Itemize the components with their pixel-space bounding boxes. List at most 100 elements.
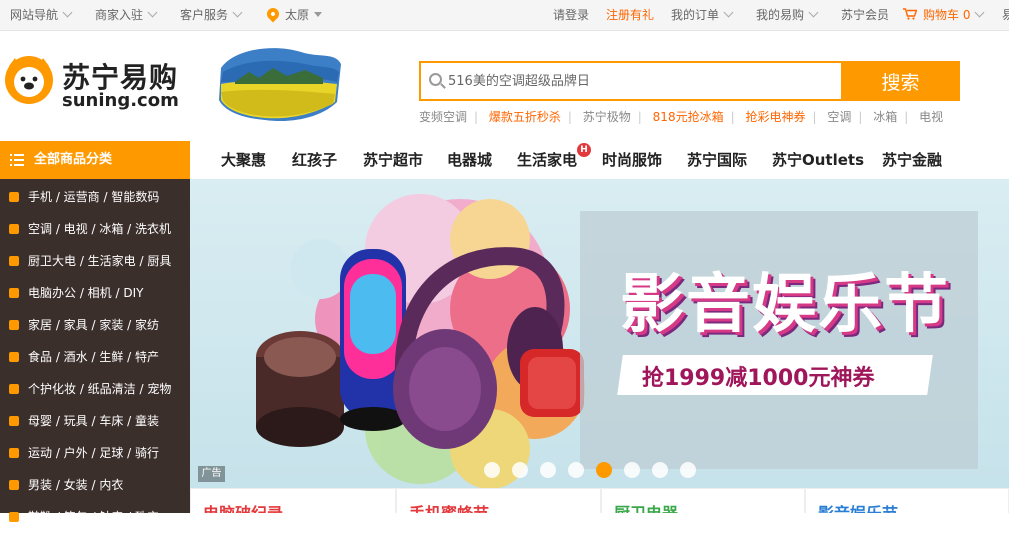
merchant-join-label: 商家入驻 <box>95 8 144 22</box>
site-nav-menu[interactable]: 网站导航 <box>10 0 73 30</box>
hotword-link[interactable]: 抢彩电神券 <box>745 110 805 124</box>
ad-tag: 广告 <box>198 466 225 482</box>
location-pin-icon <box>264 5 282 23</box>
promo-landscape-image[interactable] <box>215 42 345 126</box>
sidebar-item[interactable]: 空调 / 电视 / 冰箱 / 洗衣机 <box>0 213 190 245</box>
login-link[interactable]: 请登录 <box>553 0 589 30</box>
nav-item[interactable]: 时尚服饰 <box>602 149 662 170</box>
sidebar-item-label: 运动 / 户外 / 足球 / 骑行 <box>28 446 160 460</box>
separator: | <box>904 110 909 124</box>
sport-icon <box>9 448 19 458</box>
all-categories-button[interactable]: 全部商品分类 <box>0 141 190 179</box>
hotword-link[interactable]: 818元抢冰箱 <box>653 110 724 124</box>
nav-item[interactable]: 大聚惠 <box>221 149 266 170</box>
sidebar-item[interactable]: 运动 / 户外 / 足球 / 骑行 <box>0 437 190 469</box>
sidebar-item[interactable]: 电脑办公 / 相机 / DIY <box>0 277 190 309</box>
search-button[interactable]: 搜索 <box>841 61 960 101</box>
sidebar-item-label: 手机 / 运营商 / 智能数码 <box>28 190 160 204</box>
customer-service-menu[interactable]: 客户服务 <box>180 0 243 30</box>
member-link[interactable]: 苏宁会员 <box>841 0 889 30</box>
hero-banner[interactable]: 影音娱乐节 抢1999减1000元神券 <box>190 179 1009 488</box>
register-label: 注册有礼 <box>606 8 655 22</box>
sidebar-item[interactable]: 厨卫大电 / 生活家电 / 厨具 <box>0 245 190 277</box>
hotword-link[interactable]: 苏宁极物 <box>583 110 631 124</box>
carousel-dot[interactable] <box>624 462 640 478</box>
promo-card-title: 影音娱乐节 <box>818 500 898 513</box>
register-link[interactable]: 注册有礼 <box>606 0 654 30</box>
more-link[interactable]: 易 <box>1002 0 1009 30</box>
carousel-dot[interactable] <box>680 462 696 478</box>
separator: | <box>858 110 863 124</box>
merchant-join-menu[interactable]: 商家入驻 <box>95 0 158 30</box>
separator: | <box>637 110 642 124</box>
separator: | <box>812 110 817 124</box>
carousel-dot[interactable] <box>540 462 556 478</box>
carousel-dot[interactable] <box>484 462 500 478</box>
carousel-dot[interactable] <box>652 462 668 478</box>
cart-icon <box>903 8 918 20</box>
nav-item[interactable]: 电器城 <box>447 149 492 170</box>
my-orders-menu[interactable]: 我的订单 <box>671 0 734 30</box>
sidebar-item[interactable]: 男装 / 女装 / 内衣 <box>0 469 190 501</box>
customer-service-label: 客户服务 <box>180 8 229 22</box>
carousel-dot-active[interactable] <box>596 462 612 478</box>
site-nav-label: 网站导航 <box>10 8 59 22</box>
sidebar-item-label: 食品 / 酒水 / 生鲜 / 特产 <box>28 350 160 364</box>
location-selector[interactable]: 太原 <box>264 0 323 30</box>
hotword-link[interactable]: 冰箱 <box>873 110 897 124</box>
separator: | <box>567 110 572 124</box>
nav-item[interactable]: 苏宁超市 <box>363 149 423 170</box>
sidebar-item-label: 厨卫大电 / 生活家电 / 厨具 <box>28 254 172 268</box>
tv-icon <box>9 224 19 234</box>
separator: | <box>730 110 735 124</box>
sidebar-item-label: 空调 / 电视 / 冰箱 / 洗衣机 <box>28 222 172 236</box>
category-sidebar: 手机 / 运营商 / 智能数码 空调 / 电视 / 冰箱 / 洗衣机 厨卫大电 … <box>0 179 190 524</box>
logo-text-en[interactable]: suning.com <box>62 90 179 111</box>
computer-icon <box>9 288 19 298</box>
nav-item[interactable]: 苏宁国际 <box>687 149 747 170</box>
sidebar-item[interactable]: 鞋靴 / 箱包 / 钟表 / 珠宝 <box>0 501 190 533</box>
sidebar-item-label: 母婴 / 玩具 / 车床 / 童装 <box>28 414 160 428</box>
nav-item[interactable]: 苏宁金融 <box>882 149 942 170</box>
promo-card[interactable]: 影音娱乐节 <box>805 488 1009 513</box>
banner-slogan: 抢1999减1000元神券 <box>642 366 875 391</box>
hotword-link[interactable]: 爆款五折秒杀 <box>489 110 561 124</box>
separator: | <box>474 110 479 124</box>
carousel-dot[interactable] <box>568 462 584 478</box>
hotword-link[interactable]: 变频空调 <box>419 110 467 124</box>
promo-card[interactable]: 厨卫电器 <box>601 488 805 513</box>
hot-badge: H <box>577 143 591 157</box>
chevron-down-icon <box>62 7 73 18</box>
sidebar-item-label: 鞋靴 / 箱包 / 钟表 / 珠宝 <box>28 510 160 524</box>
sidebar-item[interactable]: 手机 / 运营商 / 智能数码 <box>0 181 190 213</box>
home-icon <box>9 256 19 266</box>
phone-icon <box>9 192 19 202</box>
sidebar-item[interactable]: 食品 / 酒水 / 生鲜 / 特产 <box>0 341 190 373</box>
sidebar-item-label: 男装 / 女装 / 内衣 <box>28 478 124 492</box>
clothing-icon <box>9 480 19 490</box>
all-categories-label: 全部商品分类 <box>34 152 113 167</box>
my-account-label: 我的易购 <box>756 8 805 22</box>
promo-card-title: 厨卫电器 <box>614 500 678 513</box>
carousel-dot[interactable] <box>512 462 528 478</box>
sidebar-item[interactable]: 家居 / 家具 / 家装 / 家纺 <box>0 309 190 341</box>
suning-lion-logo[interactable] <box>3 54 55 106</box>
food-icon <box>9 352 19 362</box>
sidebar-item[interactable]: 个护化妆 / 纸品清洁 / 宠物 <box>0 373 190 405</box>
cart-menu[interactable]: 购物车 0 <box>903 0 985 30</box>
search-input[interactable] <box>448 63 828 99</box>
caret-down-icon <box>314 12 323 17</box>
sidebar-item[interactable]: 母婴 / 玩具 / 车床 / 童装 <box>0 405 190 437</box>
chevron-down-icon <box>723 7 734 18</box>
banner-headline: 影音娱乐节 <box>620 268 950 342</box>
my-account-menu[interactable]: 我的易购 <box>756 0 819 30</box>
member-label: 苏宁会员 <box>841 8 890 22</box>
promo-card[interactable]: 电脑破纪录 <box>190 488 396 513</box>
nav-item[interactable]: 生活家电 <box>517 149 577 170</box>
nav-item[interactable]: 红孩子 <box>292 149 337 170</box>
nav-item[interactable]: 苏宁Outlets <box>772 149 864 170</box>
hotword-link[interactable]: 电视 <box>919 110 943 124</box>
hotword-link[interactable]: 空调 <box>827 110 851 124</box>
promo-card[interactable]: 手机蜜蜂节 <box>396 488 601 513</box>
shoe-icon <box>9 512 19 522</box>
